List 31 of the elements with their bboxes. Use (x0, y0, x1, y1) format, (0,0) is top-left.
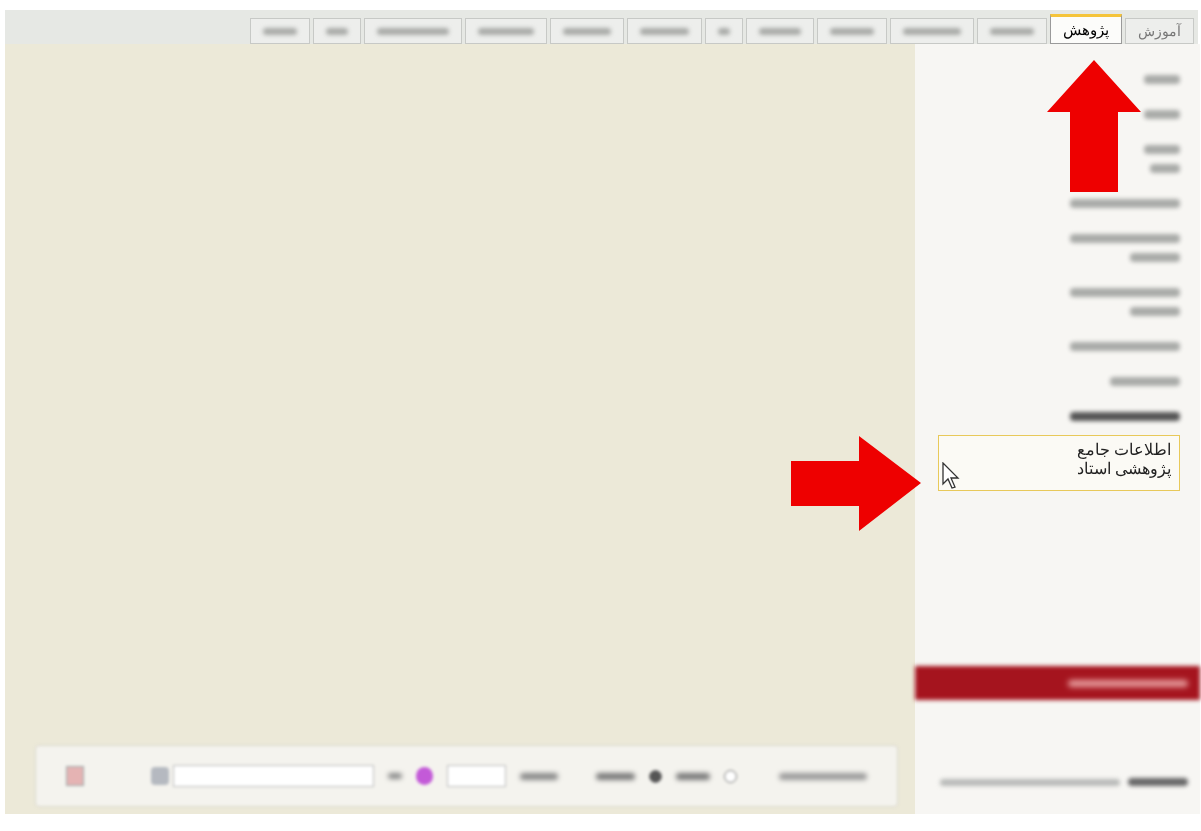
radio-button[interactable] (648, 769, 662, 783)
menu-item[interactable] (1070, 288, 1180, 316)
tab[interactable] (550, 18, 624, 44)
tab[interactable] (627, 18, 702, 44)
menu-button[interactable] (915, 666, 1200, 700)
tab[interactable] (313, 18, 361, 44)
menu-item[interactable] (1070, 412, 1180, 421)
tab[interactable] (890, 18, 974, 44)
tab[interactable] (705, 18, 743, 44)
menu-item[interactable] (1070, 234, 1180, 262)
menu-item[interactable] (1110, 377, 1180, 386)
input-field[interactable] (172, 765, 375, 787)
input-field[interactable] (447, 765, 507, 787)
field-label (520, 772, 558, 780)
menu-item[interactable] (1144, 110, 1180, 119)
menu-item[interactable] (1070, 342, 1180, 351)
tab[interactable]: آموزش (1125, 18, 1194, 44)
tab[interactable] (746, 18, 814, 44)
menu-item[interactable] (1070, 199, 1180, 208)
radio-button[interactable] (724, 769, 737, 783)
menu-item[interactable] (1144, 145, 1180, 173)
tab[interactable]: پژوهش (1050, 14, 1122, 44)
tab[interactable] (465, 18, 547, 44)
tab[interactable] (364, 18, 462, 44)
menu-item[interactable] (1144, 75, 1180, 84)
tab[interactable] (977, 18, 1047, 44)
option-label (595, 772, 635, 780)
tab[interactable] (817, 18, 887, 44)
tab[interactable] (250, 18, 310, 44)
option-label (675, 772, 711, 780)
field-label (388, 773, 402, 779)
